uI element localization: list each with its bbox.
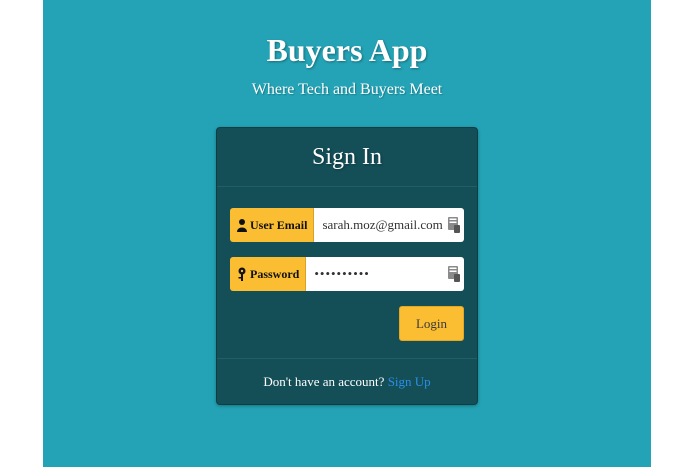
email-field[interactable] <box>314 208 464 242</box>
app-subtitle: Where Tech and Buyers Meet <box>251 81 443 98</box>
email-input-group: User Email <box>230 208 464 242</box>
password-manager-icon[interactable] <box>448 266 460 282</box>
password-label-addon: Password <box>230 257 307 291</box>
password-label: Password <box>250 266 300 281</box>
card-heading: Sign In <box>217 128 477 187</box>
signup-prompt: Don't have an account? Sign Up <box>217 372 477 392</box>
login-button[interactable]: Login <box>399 306 464 341</box>
password-input-group: Password <box>230 257 464 291</box>
user-icon <box>237 219 247 232</box>
sign-in-card: Sign In User Email sarah.moz@gmail.com P… <box>216 127 478 405</box>
password-field[interactable] <box>306 257 464 291</box>
signup-prompt-text: Don't have an account? <box>263 374 385 389</box>
email-label-addon: User Email <box>230 208 315 242</box>
page-background: Buyers App Where Tech and Buyers Meet Si… <box>43 0 651 467</box>
email-label: User Email <box>250 217 308 232</box>
key-icon <box>238 267 246 281</box>
footer-divider <box>217 358 477 359</box>
password-manager-icon[interactable] <box>448 217 460 233</box>
app-title: Buyers App <box>266 32 428 68</box>
sign-up-link[interactable]: Sign Up <box>388 374 431 389</box>
